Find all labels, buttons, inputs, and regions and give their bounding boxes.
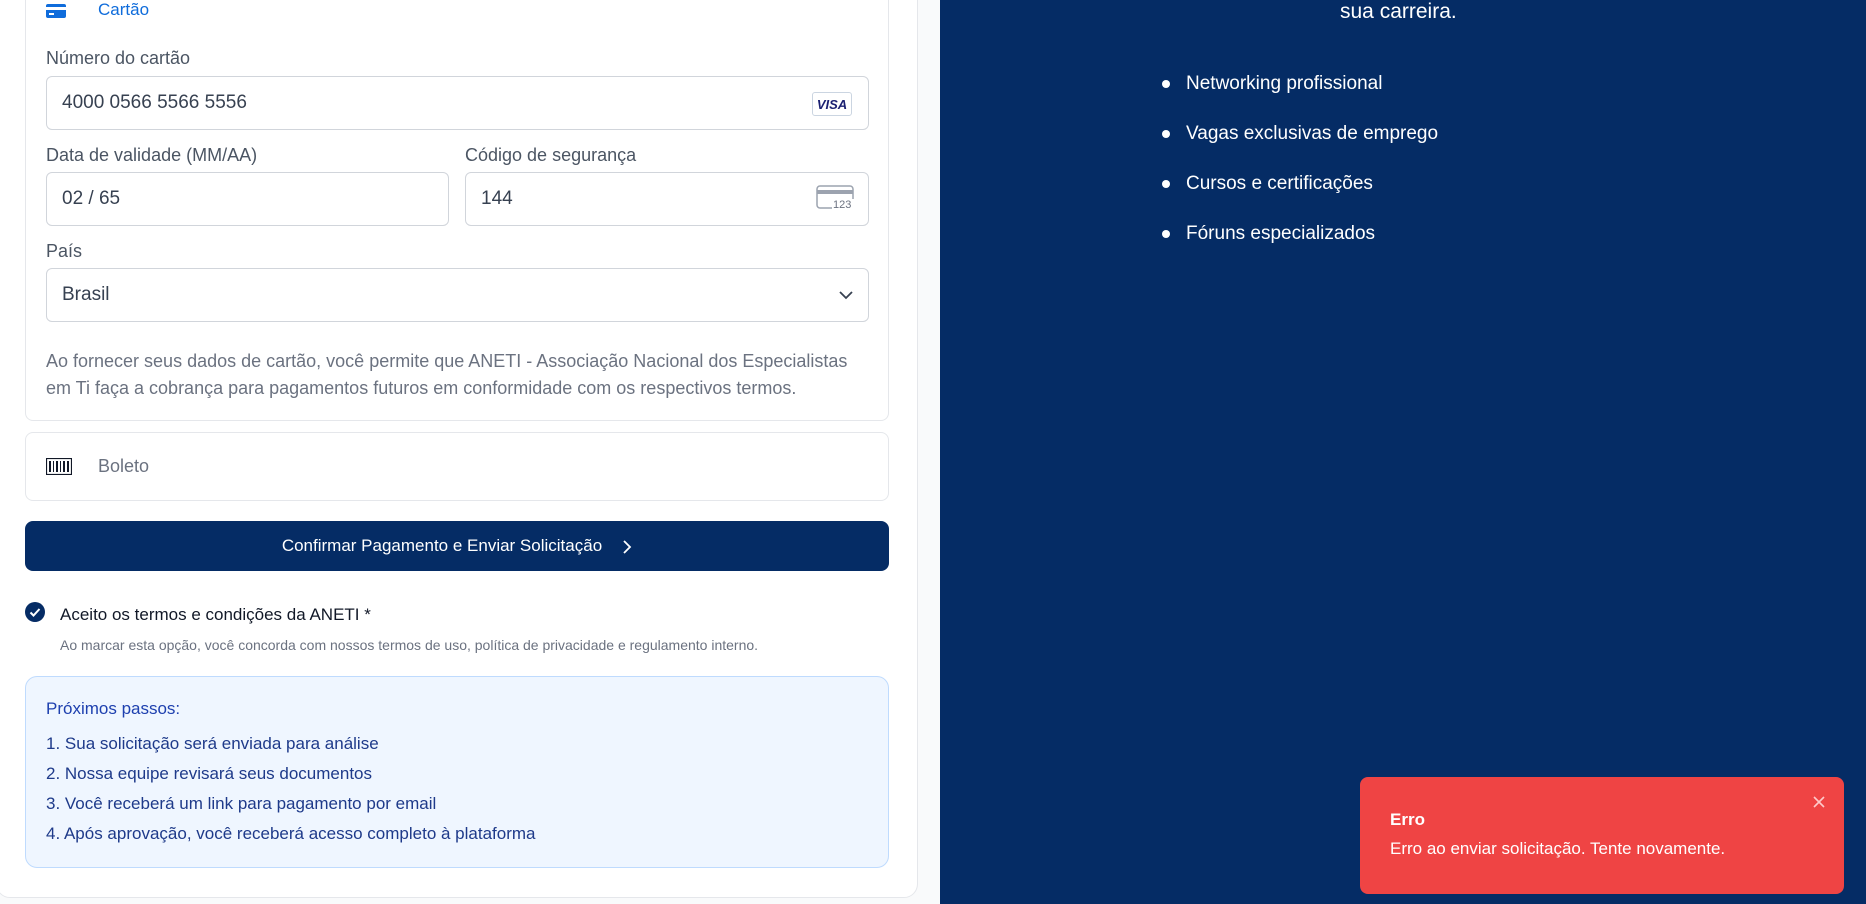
benefit-label: Networking profissional: [1186, 73, 1383, 94]
terms-checkbox[interactable]: [25, 602, 45, 622]
confirm-payment-label: Confirmar Pagamento e Enviar Solicitação: [281, 536, 603, 555]
card-tab[interactable]: Cartão: [45, 0, 149, 22]
country-select[interactable]: Brasil: [46, 268, 869, 322]
bullet-icon: [1162, 130, 1170, 138]
next-step-item: 1. Sua solicitação será enviada para aná…: [46, 734, 379, 753]
toast-message: Erro ao enviar solicitação. Tente novame…: [1390, 839, 1726, 858]
next-steps-box: Próximos passos: 1. Sua solicitação será…: [25, 676, 889, 868]
expiry-value: 02 / 65: [62, 188, 121, 209]
expiry-input[interactable]: 02 / 65: [46, 172, 449, 226]
visa-icon: VISA: [812, 92, 852, 116]
close-icon[interactable]: [1812, 795, 1826, 809]
benefit-item: Cursos e certificações: [1162, 173, 1373, 195]
country-value: Brasil: [62, 284, 110, 305]
benefits-intro-text: sua carreira.: [1340, 0, 1457, 23]
next-steps-title: Próximos passos:: [46, 699, 181, 718]
chevron-right-icon: [622, 539, 632, 554]
benefit-item: Fóruns especializados: [1162, 223, 1375, 245]
terms-help-text: Ao marcar esta opção, você concorda com …: [60, 637, 759, 653]
cvc-card-icon: 123: [816, 185, 854, 213]
credit-card-icon: [45, 3, 67, 19]
confirm-payment-button[interactable]: Confirmar Pagamento e Enviar Solicitação: [25, 521, 889, 571]
cvc-label: Código de segurança: [465, 145, 637, 165]
benefit-item: Networking profissional: [1162, 73, 1382, 95]
bullet-icon: [1162, 230, 1170, 238]
terms-label[interactable]: Aceito os termos e condições da ANETI *: [60, 605, 371, 625]
card-disclaimer: Ao fornecer seus dados de cartão, você p…: [46, 351, 848, 398]
next-step-item: 3. Você receberá um link para pagamento …: [46, 794, 437, 813]
checkmark-icon: [29, 608, 41, 617]
card-number-label: Número do cartão: [46, 48, 191, 68]
cvc-input[interactable]: 144 123: [465, 172, 869, 226]
expiry-label: Data de validade (MM/AA): [46, 145, 258, 165]
bullet-icon: [1162, 80, 1170, 88]
card-tab-label: Cartão: [98, 0, 150, 19]
benefit-label: Cursos e certificações: [1186, 173, 1373, 194]
next-step-item: 2. Nossa equipe revisará seus documentos: [46, 764, 373, 783]
barcode-icon: [45, 457, 73, 476]
error-toast: Erro Erro ao enviar solicitação. Tente n…: [1360, 777, 1844, 894]
benefit-label: Vagas exclusivas de emprego: [1186, 123, 1439, 144]
next-step-item: 4. Após aprovação, você receberá acesso …: [46, 824, 536, 843]
benefit-label: Fóruns especializados: [1186, 223, 1376, 244]
card-number-value: 4000 0566 5566 5556: [62, 92, 247, 113]
cvc-icon-text: 123: [833, 199, 852, 211]
benefit-item: Vagas exclusivas de emprego: [1162, 123, 1438, 145]
country-label: País: [46, 241, 83, 261]
toast-title: Erro: [1390, 810, 1425, 829]
card-number-input[interactable]: 4000 0566 5566 5556 VISA: [46, 76, 869, 130]
boleto-label: Boleto: [98, 456, 150, 476]
boleto-option[interactable]: Boleto: [25, 432, 889, 501]
chevron-down-icon: [838, 287, 854, 303]
benefits-panel: sua carreira. Networking profissional Va…: [940, 0, 1866, 904]
cvc-value: 144: [481, 188, 513, 209]
bullet-icon: [1162, 180, 1170, 188]
